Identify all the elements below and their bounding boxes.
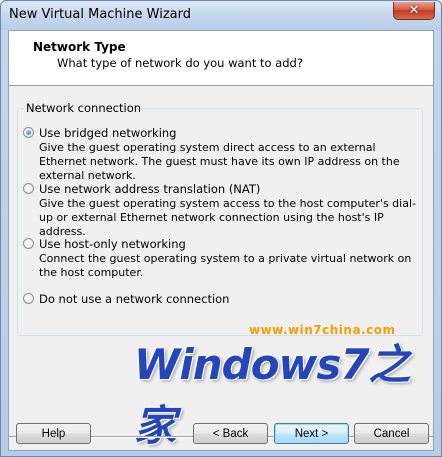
page-subtitle: What type of network do you want to add?: [57, 56, 303, 70]
radio-host-only[interactable]: [23, 238, 34, 249]
window-title: New Virtual Machine Wizard: [9, 7, 191, 22]
group-legend: Network connection: [24, 101, 144, 115]
option-none-label[interactable]: Do not use a network connection: [39, 292, 229, 306]
wizard-header: Network Type What type of network do you…: [9, 31, 433, 86]
wizard-body: Network Type What type of network do you…: [8, 30, 434, 451]
next-button[interactable]: Next >: [274, 423, 349, 444]
option-host-only-description: Connect the guest operating system to a …: [39, 252, 412, 279]
option-nat-description: Give the guest operating system access t…: [39, 197, 416, 238]
option-bridged-label[interactable]: Use bridged networking: [39, 126, 176, 140]
option-nat-label[interactable]: Use network address translation (NAT): [39, 182, 260, 196]
option-host-only-label[interactable]: Use host-only networking: [39, 237, 186, 251]
page-title: Network Type: [33, 40, 126, 54]
radio-nat[interactable]: [23, 183, 34, 194]
cancel-button[interactable]: Cancel: [354, 423, 429, 444]
title-bar[interactable]: New Virtual Machine Wizard ✕: [1, 1, 441, 30]
option-bridged-description: Give the guest operating system direct a…: [39, 141, 400, 182]
back-button[interactable]: < Back: [193, 423, 268, 444]
help-button[interactable]: Help: [16, 423, 91, 444]
wizard-window: New Virtual Machine Wizard ✕ Network Typ…: [0, 0, 442, 457]
close-button[interactable]: ✕: [393, 2, 435, 20]
close-icon: ✕: [408, 3, 420, 18]
radio-none[interactable]: [23, 293, 34, 304]
radio-bridged[interactable]: [23, 127, 34, 138]
